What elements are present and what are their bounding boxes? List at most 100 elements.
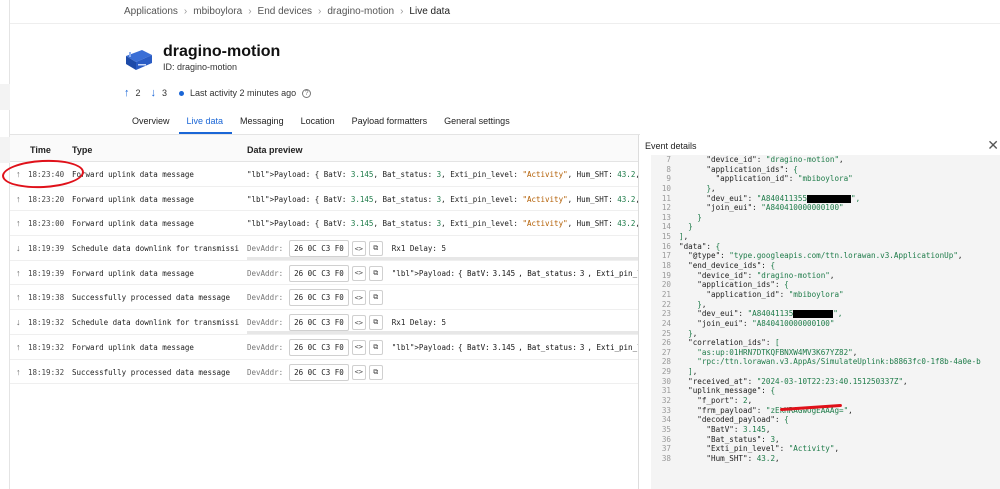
row-payload-preview: "lbl">Payload: { BatV: 3.145, Bat_status… bbox=[247, 170, 638, 179]
json-code-view[interactable]: 7 "device_id": "dragino-motion", 8 "appli… bbox=[651, 155, 1000, 489]
row-time: 18:19:39 bbox=[28, 268, 65, 278]
tab-messaging[interactable]: Messaging bbox=[232, 116, 293, 134]
code-line: 23 "dev_eui": "A84041135 ", bbox=[651, 309, 1000, 319]
code-line: 17 "@type": "type.googleapis.com/ttn.lor… bbox=[651, 251, 1000, 261]
row-type: Forward uplink data message bbox=[72, 219, 194, 229]
copy-icon[interactable]: ⧉ bbox=[368, 315, 383, 331]
arrow-up-icon: ↑ bbox=[16, 218, 21, 229]
line-number: 35 bbox=[661, 424, 671, 434]
code-text: "f_port": 2, bbox=[679, 396, 753, 406]
row-devaddr: DevAddr: 26 0C C3 F0 <> ⧉ bbox=[247, 363, 383, 381]
code-line: 24 "join_eui": "A840410000000100" bbox=[651, 319, 1000, 329]
row-time: 18:19:39 bbox=[28, 244, 65, 254]
line-number: 16 bbox=[661, 241, 671, 251]
panel-title: Event details bbox=[645, 141, 697, 151]
code-line: 11 "dev_eui": "A840411355 ", bbox=[651, 194, 1000, 204]
table-row[interactable]: ↓ 18:19:32 Schedule data downlink for tran… bbox=[10, 310, 638, 335]
code-toggle-icon[interactable]: <> bbox=[351, 339, 366, 355]
tab-overview[interactable]: Overview bbox=[124, 116, 179, 134]
table-row[interactable]: ↑ 18:19:38 Successfully processed data mes… bbox=[10, 285, 638, 311]
tab-general-settings[interactable]: General settings bbox=[436, 116, 519, 134]
line-number: 11 bbox=[661, 193, 671, 203]
breadcrumb-application[interactable]: mbiboylora bbox=[193, 6, 242, 17]
code-line: 10 }, bbox=[651, 184, 1000, 194]
page-title: dragino-motion bbox=[163, 43, 281, 60]
row-time: 18:23:00 bbox=[28, 219, 65, 229]
breadcrumb-end-devices[interactable]: End devices bbox=[258, 6, 312, 17]
sidebar-block bbox=[0, 84, 10, 110]
code-text: } bbox=[697, 212, 702, 222]
line-number: 14 bbox=[661, 222, 671, 232]
code-text: "Bat_status": 3, bbox=[679, 434, 780, 444]
code-toggle-icon[interactable]: <> bbox=[351, 290, 366, 306]
devaddr-value: 26 0C C3 F0 bbox=[289, 314, 349, 332]
info-icon[interactable]: ? bbox=[302, 88, 312, 98]
arrow-up-icon: ↑ bbox=[16, 292, 21, 303]
code-toggle-icon[interactable]: <> bbox=[351, 364, 366, 380]
code-toggle-icon[interactable]: <> bbox=[351, 241, 366, 257]
row-extra: "lbl">Payload: bbox=[391, 268, 456, 278]
left-sidebar-strip bbox=[0, 0, 10, 489]
table-row[interactable]: ↑ 18:23:40 Forward uplink data message "lbl… bbox=[10, 162, 638, 187]
tab-live-data[interactable]: Live data bbox=[178, 116, 233, 134]
code-text: } bbox=[688, 222, 693, 232]
code-line: 28 "rpc:/ttn.lorawan.v3.AppAs/SimulateUp… bbox=[651, 357, 1000, 367]
code-text: "@type": "type.googleapis.com/ttn.lorawa… bbox=[679, 251, 963, 261]
code-toggle-icon[interactable]: <> bbox=[351, 265, 366, 281]
code-line: 27 "as:up:01HRN7DTKQFBNXW4MV3K67YZ82", bbox=[651, 348, 1000, 358]
row-type: Successfully processed data message bbox=[72, 293, 231, 303]
table-row[interactable]: ↑ 18:23:00 Forward uplink data message "lbl… bbox=[10, 211, 638, 237]
code-text: "correlation_ids": [ bbox=[679, 338, 780, 348]
column-header-time[interactable]: Time bbox=[30, 145, 51, 155]
copy-icon[interactable]: ⧉ bbox=[368, 265, 383, 281]
code-line: 38 "Hum_SHT": 43.2, bbox=[651, 454, 1000, 464]
code-line: 25 }, bbox=[651, 329, 1000, 339]
code-text: "uplink_message": { bbox=[679, 386, 776, 396]
line-number: 32 bbox=[661, 396, 671, 406]
chevron-right-icon: › bbox=[318, 6, 322, 17]
copy-icon[interactable]: ⧉ bbox=[368, 241, 383, 257]
code-text: "device_id": "dragino-motion", bbox=[679, 155, 844, 164]
table-row[interactable]: ↑ 18:19:39 Forward uplink data message DevA… bbox=[10, 261, 681, 286]
code-line: 7 "device_id": "dragino-motion", bbox=[651, 155, 1000, 165]
copy-icon[interactable]: ⧉ bbox=[368, 364, 383, 380]
breadcrumb: Applications › mbiboylora › End devices … bbox=[124, 6, 450, 17]
device-id-label: ID: dragino-motion bbox=[163, 62, 238, 72]
row-devaddr: DevAddr: 26 0C C3 F0 <> ⧉ "lbl">Payload: { B… bbox=[247, 338, 681, 356]
line-number: 9 bbox=[666, 174, 671, 184]
code-line: 9 "application_id": "mbiboylora" bbox=[651, 174, 1000, 184]
line-number: 30 bbox=[661, 376, 671, 386]
close-icon[interactable]: ✕ bbox=[987, 137, 999, 154]
code-toggle-icon[interactable]: <> bbox=[351, 315, 366, 331]
copy-icon[interactable]: ⧉ bbox=[368, 339, 383, 355]
breadcrumb-device[interactable]: dragino-motion bbox=[327, 6, 394, 17]
table-row[interactable]: ↑ 18:23:20 Forward uplink data message "lbl… bbox=[10, 187, 638, 212]
devaddr-value: 26 0C C3 F0 bbox=[289, 363, 349, 381]
tab-location[interactable]: Location bbox=[293, 116, 344, 134]
line-number: 33 bbox=[661, 405, 671, 415]
line-number: 7 bbox=[666, 155, 671, 164]
code-text: ], bbox=[679, 232, 689, 242]
line-number: 28 bbox=[661, 357, 671, 367]
column-header-type: Type bbox=[72, 145, 93, 155]
arrow-up-icon: ↑ bbox=[16, 169, 21, 179]
devaddr-value: 26 0C C3 F0 bbox=[289, 289, 349, 307]
row-scroll-bar bbox=[247, 256, 638, 260]
tab-payload-formatters[interactable]: Payload formatters bbox=[344, 116, 437, 134]
code-line: 26 "correlation_ids": [ bbox=[651, 338, 1000, 348]
table-row[interactable]: ↓ 18:19:39 Schedule data downlink for tran… bbox=[10, 236, 638, 261]
table-row[interactable]: ↑ 18:19:32 Successfully processed data mes… bbox=[10, 360, 638, 385]
arrow-down-icon: ↓ bbox=[16, 243, 21, 254]
code-line: 35 "BatV": 3.145, bbox=[651, 425, 1000, 435]
row-type: Schedule data downlink for transmissi bbox=[72, 244, 240, 254]
code-line: 21 "application_id": "mbiboylora" bbox=[651, 290, 1000, 300]
code-line: 15], bbox=[651, 232, 1000, 242]
code-text: "rpc:/ttn.lorawan.v3.AppAs/SimulateUplin… bbox=[697, 357, 981, 367]
table-row[interactable]: ↑ 18:19:32 Forward uplink data message DevA… bbox=[10, 335, 681, 360]
line-number: 31 bbox=[661, 386, 671, 396]
breadcrumb-applications[interactable]: Applications bbox=[124, 6, 178, 17]
copy-icon[interactable]: ⧉ bbox=[368, 290, 383, 306]
line-number: 34 bbox=[661, 415, 671, 425]
arrow-up-icon: ↑ bbox=[124, 87, 130, 99]
code-line: 30 "received_at": "2024-03-10T22:23:40.1… bbox=[651, 377, 1000, 387]
